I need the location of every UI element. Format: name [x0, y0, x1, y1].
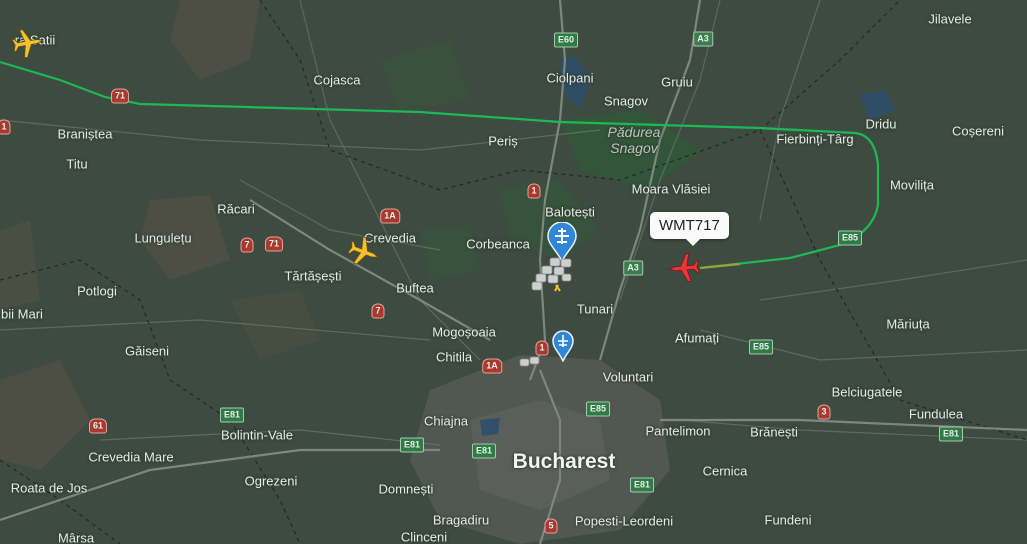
place-tartasesti: Tărtășești: [284, 268, 342, 284]
place-gruiu: Gruiu: [661, 74, 693, 90]
road-shield: A3: [693, 31, 713, 47]
road-shield: 71: [264, 236, 284, 252]
forest-label-line2: Snagov: [610, 140, 658, 156]
place-chiajna: Chiajna: [423, 413, 469, 429]
place-branistea: Braniștea: [57, 126, 113, 142]
road-shield: 71: [110, 88, 130, 104]
place-movilita: Movilița: [889, 177, 935, 193]
place-pantelimon: Pantelimon: [645, 423, 711, 439]
place-fierbinti: Fierbinți-Târg: [776, 131, 854, 147]
place-belciugatele: Belciugatele: [831, 384, 903, 400]
place-popesti: Popesti-Leordeni: [574, 513, 674, 529]
aircraft-icon[interactable]: [10, 25, 46, 61]
place-fundeni: Fundeni: [764, 512, 812, 528]
place-voluntari: Voluntari: [602, 369, 654, 385]
place-domnesti: Domnești: [378, 481, 434, 497]
place-dridu: Dridu: [865, 116, 897, 132]
road-shield: E81: [399, 437, 425, 453]
place-ogrezeni: Ogrezeni: [244, 473, 298, 489]
forest-label-line1: Pădurea: [607, 124, 661, 140]
place-branesti: Brănești: [750, 424, 798, 440]
place-corbeanca: Corbeanca: [466, 236, 530, 252]
place-mogosoaia: Mogoșoaia: [432, 324, 496, 340]
place-cosereni: Coșereni: [951, 123, 1005, 139]
place-jilavele: Jilavele: [928, 11, 972, 27]
place-marsa: Mârsa: [57, 530, 95, 544]
place-tunari: Tunari: [576, 301, 614, 317]
selected-aircraft-icon[interactable]: [666, 250, 702, 286]
place-bucharest: Bucharest: [512, 450, 616, 473]
place-cernica: Cernica: [702, 463, 748, 479]
parked-aircraft-cluster: [531, 257, 572, 292]
place-racari: Răcari: [217, 201, 255, 217]
road-shield: E81: [471, 443, 497, 459]
place-bolintin: Bolintin-Vale: [220, 427, 294, 443]
place-afumati: Afumați: [674, 330, 720, 346]
place-bii-mari: bii Mari: [1, 306, 43, 322]
road-shield: A3: [623, 260, 643, 276]
place-fundulea: Fundulea: [908, 406, 964, 422]
place-balotesti: Balotești: [545, 204, 595, 220]
place-clinceni: Clinceni: [400, 529, 448, 544]
place-bragadiru: Bragadiru: [432, 512, 490, 528]
place-ciolpani: Ciolpani: [546, 70, 594, 86]
road-shield: 1A: [482, 358, 502, 374]
place-buftea: Buftea: [396, 280, 434, 296]
road-shield: 1: [0, 119, 11, 135]
flight-callout-label[interactable]: WMT717: [650, 212, 729, 246]
road-shield: E85: [585, 401, 611, 417]
place-potlogi: Potlogi: [77, 283, 117, 299]
place-cojasca: Cojasca: [313, 72, 361, 88]
road-shield: E85: [748, 339, 774, 355]
place-lungulet: Lungulețu: [134, 230, 192, 246]
place-gaiseni: Găiseni: [124, 343, 170, 359]
road-shield: E81: [219, 407, 245, 423]
place-moara: Moara Vlăsiei: [631, 181, 711, 197]
road-shield: E81: [938, 426, 964, 442]
road-shield: E85: [837, 230, 863, 246]
road-shield: 7: [240, 237, 254, 253]
forest-label: Pădurea Snagov: [608, 124, 661, 156]
road-shield: 1A: [380, 208, 400, 224]
airport-pin-icon[interactable]: [551, 330, 575, 362]
road-shield: 5: [544, 518, 558, 534]
road-shield: 1: [527, 183, 541, 199]
place-chitila: Chitila: [435, 349, 473, 365]
place-peris: Periș: [488, 133, 518, 149]
place-mariuta: Măriuța: [886, 316, 930, 332]
place-snagov: Snagov: [603, 93, 649, 109]
road-shield: E60: [553, 32, 579, 48]
place-crevedia-mare: Crevedia Mare: [88, 449, 174, 465]
place-titu: Titu: [66, 156, 88, 172]
flight-map[interactable]: Pădurea Snagov ra Satii Cojasca Ciolpani…: [0, 0, 1027, 544]
road-shield: 61: [88, 418, 108, 434]
road-shield: E81: [629, 477, 655, 493]
place-roata: Roata de Jos: [10, 480, 88, 496]
aircraft-icon[interactable]: [346, 234, 382, 270]
road-shield: 7: [371, 303, 385, 319]
road-shield: 3: [817, 404, 831, 420]
parked-aircraft-cluster: [519, 356, 540, 367]
